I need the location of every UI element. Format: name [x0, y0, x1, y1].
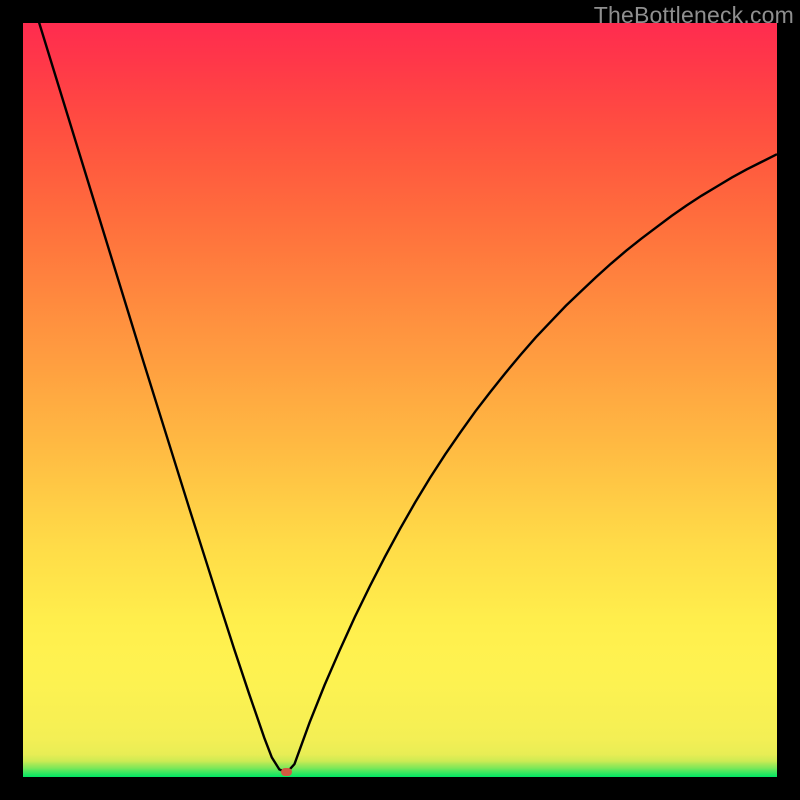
plot-area	[23, 23, 777, 777]
chart-frame: TheBottleneck.com	[0, 0, 800, 800]
bottleneck-curve	[23, 23, 777, 777]
